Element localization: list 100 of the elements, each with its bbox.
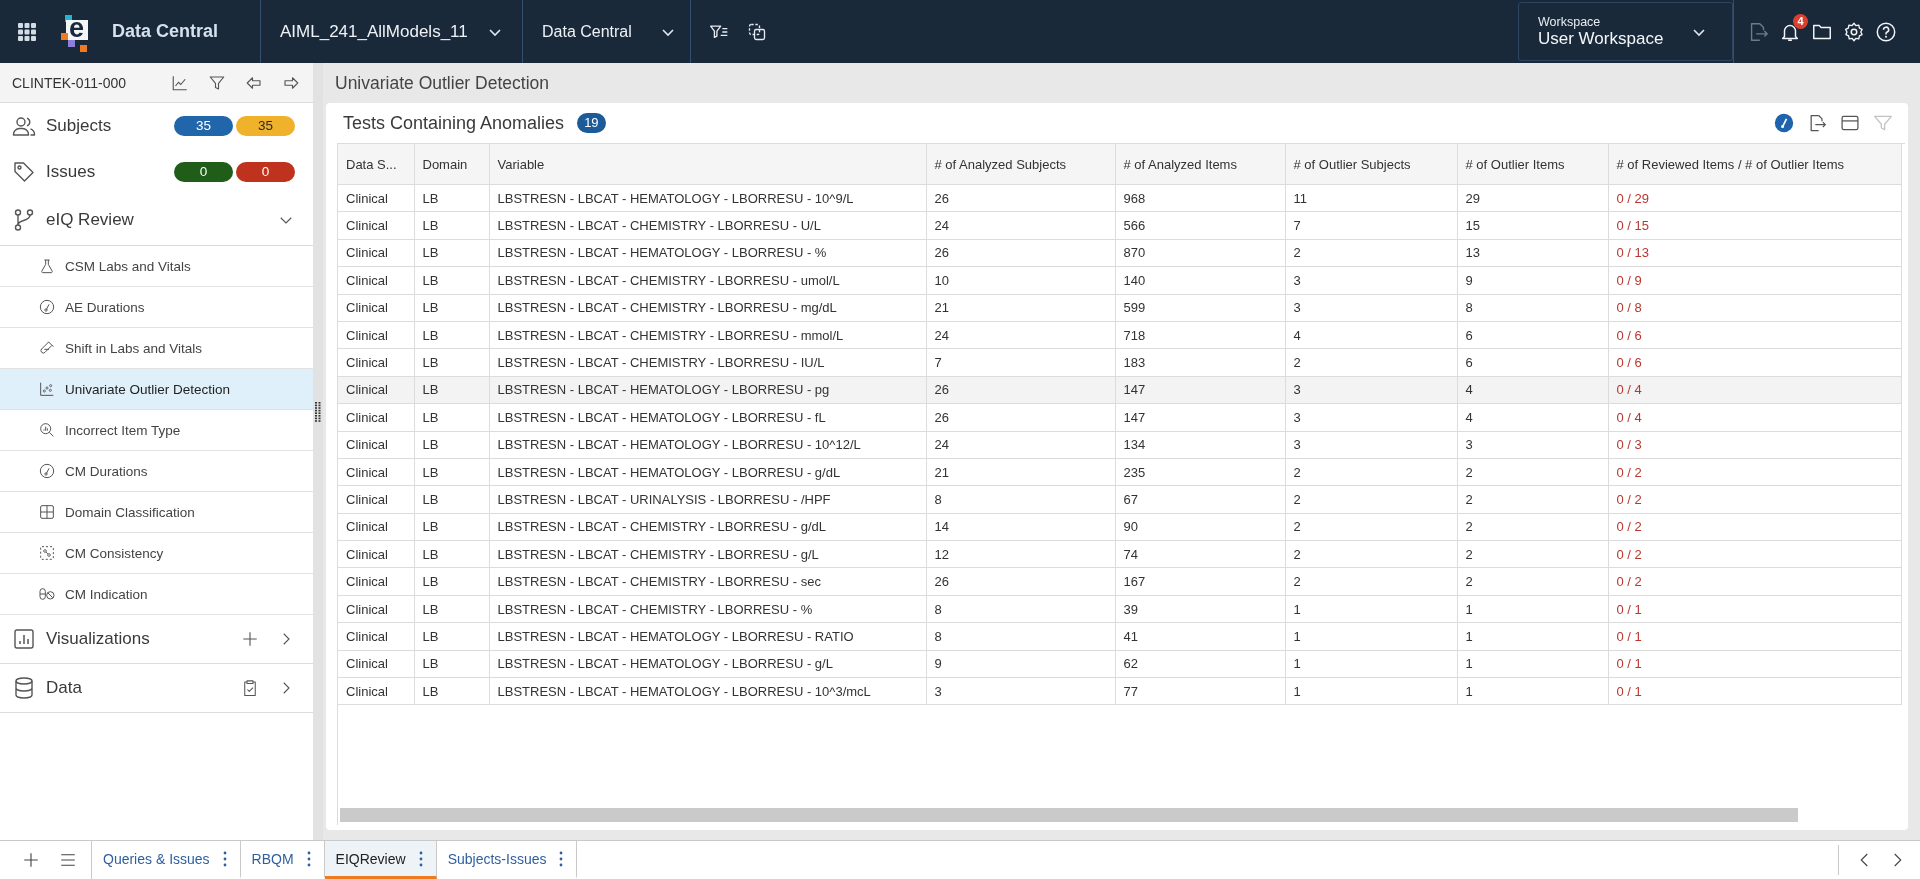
table-cell: 24	[926, 211, 1115, 240]
settings-button[interactable]	[1843, 20, 1865, 43]
plus-icon[interactable]	[241, 630, 259, 648]
workspace-tab[interactable]: RBQM	[240, 841, 325, 879]
table-cell: 0 / 4	[1608, 376, 1901, 404]
table-cell: LBSTRESN - LBCAT - CHEMISTRY - LBORRESU - %	[489, 595, 926, 623]
table-cell: 11	[1285, 184, 1457, 212]
table-row[interactable]: Clinical LB LBSTRESN - LBCAT - HEMATOLOGY - LBORRESU - fL 26 147 3 4 0 / 4	[338, 403, 1901, 431]
table-row[interactable]: Clinical LB LBSTRESN - LBCAT - CHEMISTRY - LBORRESU - g/dL 14 90 2 2 0 / 2	[338, 513, 1901, 541]
table-cell: 4	[1457, 376, 1608, 404]
table-cell: LB	[414, 622, 489, 651]
table-row[interactable]: Clinical LB LBSTRESN - LBCAT - HEMATOLOGY - LBORRESU - 10^12/L 24 134 3 3 0 / 3	[338, 431, 1901, 459]
table-row[interactable]: Clinical LB LBSTRESN - LBCAT - CHEMISTRY - LBORRESU - IU/L 7 183 2 6 0 / 6	[338, 348, 1901, 377]
workspace-tab[interactable]: EIQReview	[324, 841, 437, 879]
table-cell: 24	[926, 321, 1115, 349]
column-header[interactable]: # of Analyzed Subjects	[926, 144, 1115, 185]
table-cell: LBSTRESN - LBCAT - HEMATOLOGY - LBORRESU - g/dL	[489, 458, 926, 486]
column-header[interactable]: # of Reviewed Items / # of Outlier Items	[1608, 144, 1901, 185]
table-row[interactable]: Clinical LB LBSTRESN - LBCAT - HEMATOLOGY - LBORRESU - 10^9/L 26 968 11 29 0 / 29	[338, 184, 1901, 212]
table-cell: 2	[1457, 458, 1608, 486]
table-cell: 718	[1115, 321, 1285, 349]
table-cell: Clinical	[338, 321, 414, 349]
sidebar-item[interactable]: Issues 0 0	[0, 149, 313, 195]
table-cell: LB	[414, 677, 489, 705]
sidebar-item[interactable]: Visualizations	[0, 615, 313, 664]
table-row[interactable]: Clinical LB LBSTRESN - LBCAT - CHEMISTRY - LBORRESU - mg/dL 21 599 3 8 0 / 8	[338, 294, 1901, 322]
plus-icon	[22, 851, 40, 869]
copy-button[interactable]	[747, 21, 767, 42]
table-cell: 147	[1115, 376, 1285, 404]
table-row[interactable]: Clinical LB LBSTRESN - LBCAT - HEMATOLOGY - LBORRESU - g/dL 21 235 2 2 0 / 2	[338, 458, 1901, 486]
nav-item[interactable]: Univariate Outlier Detection	[0, 369, 313, 410]
table-row[interactable]: Clinical LB LBSTRESN - LBCAT - HEMATOLOGY - LBORRESU - 10^3/mcL 3 77 1 1 0 / 1	[338, 677, 1901, 705]
table-cell: Clinical	[338, 239, 414, 267]
workspace-selector[interactable]: Workspace User Workspace	[1518, 2, 1733, 61]
table-row[interactable]: Clinical LB LBSTRESN - LBCAT - HEMATOLOGY - LBORRESU - g/L 9 62 1 1 0 / 1	[338, 650, 1901, 678]
kebab-menu-icon[interactable]	[559, 850, 564, 867]
table-cell: 4	[1457, 403, 1608, 431]
nav-item[interactable]: AE Durations	[0, 287, 313, 328]
table-row[interactable]: Clinical LB LBSTRESN - LBCAT - CHEMISTRY - LBORRESU - mmol/L 24 718 4 6 0 / 6	[338, 321, 1901, 349]
kebab-menu-icon[interactable]	[418, 850, 423, 867]
notifications-button[interactable]: 4	[1779, 13, 1808, 43]
table-cell: 1	[1285, 650, 1457, 678]
table-cell: Clinical	[338, 458, 414, 486]
table-cell: LBSTRESN - LBCAT - CHEMISTRY - LBORRESU - mg/dL	[489, 294, 926, 322]
column-header[interactable]: # of Outlier Subjects	[1285, 144, 1457, 185]
column-header[interactable]: Domain	[414, 144, 489, 185]
nav-item[interactable]: Domain Classification	[0, 492, 313, 533]
workspace-tab[interactable]: Subjects-Issues	[436, 841, 578, 879]
table-row[interactable]: Clinical LB LBSTRESN - LBCAT - HEMATOLOGY - LBORRESU - % 26 870 2 13 0 / 13	[338, 239, 1901, 267]
module-selector[interactable]: Data Central	[522, 0, 690, 63]
table-cell: 0 / 1	[1608, 595, 1901, 623]
table-row[interactable]: Clinical LB LBSTRESN - LBCAT - URINALYSIS - LBORRESU - /HPF 8 67 2 2 0 / 2	[338, 485, 1901, 514]
kebab-menu-icon[interactable]	[306, 850, 311, 867]
table-cell: LBSTRESN - LBCAT - HEMATOLOGY - LBORRESU - g/L	[489, 650, 926, 678]
database-icon	[12, 676, 36, 700]
table-cell: 2	[1285, 540, 1457, 568]
help-button[interactable]	[1875, 20, 1897, 43]
table-cell: LB	[414, 239, 489, 267]
grip-handle-icon[interactable]	[315, 401, 321, 422]
panel-button[interactable]	[1840, 113, 1860, 133]
nav-item[interactable]: CM Indication	[0, 574, 313, 615]
apps-grid-icon	[18, 22, 36, 41]
column-header[interactable]: # of Outlier Items	[1457, 144, 1608, 185]
clipboard-check-icon[interactable]	[241, 679, 259, 697]
table-cell: LB	[414, 266, 489, 295]
sidebar-item[interactable]: Subjects 35 35	[0, 103, 313, 149]
bar-chart-icon	[12, 627, 36, 651]
table-cell: 2	[1285, 348, 1457, 377]
table-cell: 2	[1285, 567, 1457, 596]
panel-icon	[1840, 113, 1860, 133]
column-header[interactable]: # of Analyzed Items	[1115, 144, 1285, 185]
table-row[interactable]: Clinical LB LBSTRESN - LBCAT - CHEMISTRY - LBORRESU - % 8 39 1 1 0 / 1	[338, 595, 1901, 623]
table-cell: LBSTRESN - LBCAT - CHEMISTRY - LBORRESU - sec	[489, 567, 926, 596]
table-cell: 4	[1285, 321, 1457, 349]
card-title: Tests Containing Anomalies	[343, 112, 565, 134]
column-header[interactable]: Variable	[489, 144, 926, 185]
apps-button[interactable]	[18, 22, 36, 41]
table-cell: 0 / 2	[1608, 458, 1901, 486]
nav-item[interactable]: CM Durations	[0, 451, 313, 492]
sidebar-item[interactable]: Data	[0, 664, 313, 713]
gauge-button[interactable]	[1774, 113, 1794, 133]
table-row[interactable]: Clinical LB LBSTRESN - LBCAT - CHEMISTRY - LBORRESU - umol/L 10 140 3 9 0 / 9	[338, 266, 1901, 295]
table-row[interactable]: Clinical LB LBSTRESN - LBCAT - HEMATOLOGY - LBORRESU - pg 26 147 3 4 0 / 4	[338, 376, 1901, 404]
table-cell: 0 / 2	[1608, 540, 1901, 568]
kebab-menu-icon[interactable]	[222, 850, 227, 867]
column-header[interactable]: Data S...	[338, 144, 414, 185]
table-cell: Clinical	[338, 485, 414, 514]
table-row[interactable]: Clinical LB LBSTRESN - LBCAT - CHEMISTRY - LBORRESU - g/L 12 74 2 2 0 / 2	[338, 540, 1901, 568]
table-row[interactable]: Clinical LB LBSTRESN - LBCAT - CHEMISTRY - LBORRESU - U/L 24 566 7 15 0 / 15	[338, 211, 1901, 240]
count-badge: 0	[236, 162, 295, 182]
table-row[interactable]: Clinical LB LBSTRESN - LBCAT - HEMATOLOGY - LBORRESU - RATIO 8 41 1 1 0 / 1	[338, 622, 1901, 651]
chart-button[interactable]	[171, 73, 189, 92]
table-cell: 77	[1115, 677, 1285, 705]
table-cell: Clinical	[338, 595, 414, 623]
table-cell: LB	[414, 431, 489, 459]
table-cell: LB	[414, 540, 489, 568]
table-row[interactable]: Clinical LB LBSTRESN - LBCAT - CHEMISTRY - LBORRESU - sec 26 167 2 2 0 / 2	[338, 567, 1901, 596]
table-cell: LB	[414, 513, 489, 541]
workspace-tab[interactable]: Queries & Issues	[92, 841, 241, 879]
filter-button[interactable]	[208, 73, 226, 92]
